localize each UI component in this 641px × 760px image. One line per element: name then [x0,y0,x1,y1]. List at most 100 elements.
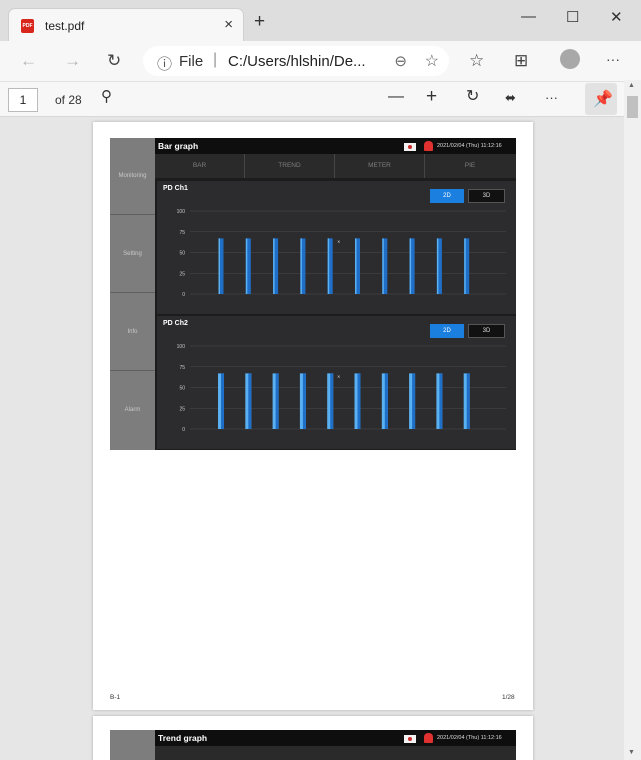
embedded-screenshot: Monitoring Setting Info Alarm Bar graph … [110,138,516,450]
title-bar: PDF test.pdf × + — ☐ ✕ [0,0,641,41]
bar-shade [275,373,279,429]
flag-icon [404,143,416,151]
bar-shade [439,373,443,429]
add-favorite-icon[interactable]: ☆ [425,51,439,71]
device-datetime: 2021/02/04 (Thu) 11:12:16 [437,735,502,741]
bar-highlight [218,238,220,294]
alarm-bell-icon [424,141,433,151]
flag-icon [404,735,416,743]
sidebar-item-alarm: Alarm [124,407,141,413]
scroll-up-icon[interactable]: ▲ [628,82,635,89]
bar-highlight [409,238,412,294]
pdf-page: Monitoring Setting Info Alarm Bar graph … [93,122,533,710]
pin-icon: 📌 [593,91,613,108]
bar-shade [357,373,361,429]
tab-meter: METER [335,154,425,178]
device-header: Trend graph 2021/02/04 (Thu) 11:12:16 [155,730,516,746]
bar-shade [302,373,306,429]
page-number-input[interactable]: 1 [8,88,38,112]
bar-highlight [355,238,357,294]
device-datetime: 2021/02/04 (Thu) 11:12:16 [437,143,502,149]
graph-tabs [155,746,516,760]
scroll-down-icon[interactable]: ▼ [628,749,635,756]
scrollbar-thumb[interactable] [627,96,638,118]
bar-shade [330,373,334,429]
forward-button[interactable]: → [64,52,81,69]
collections-icon[interactable]: ⊞ [514,52,528,69]
sidebar-item-monitoring: Monitoring [110,138,155,215]
pdf-page: Trend graph 2021/02/04 (Thu) 11:12:16 [93,716,533,760]
page-count: of 28 [55,93,82,107]
pdf-more-button[interactable]: ··· [545,91,558,104]
back-button[interactable]: ← [20,52,37,69]
sidebar-item-info: Info [110,294,155,371]
pdf-viewer[interactable]: Monitoring Setting Info Alarm Bar graph … [0,118,624,760]
address-url[interactable]: C:/Users/hlshin/De... [228,53,366,70]
address-separator: | [213,51,218,68]
settings-more-button[interactable]: ··· [606,52,620,66]
browser-tab[interactable]: PDF test.pdf × [8,8,244,41]
bar-highlight [245,238,248,294]
bar-shade [384,373,388,429]
address-bar[interactable]: ⓘ File | C:/Users/hlshin/De... ⊖ ☆ [143,46,449,76]
sidebar-item-setting: Setting [110,216,155,293]
bar-highlight [300,238,302,294]
minimize-button[interactable]: — [521,8,536,25]
site-info-icon[interactable]: ⓘ [157,53,172,74]
y-tick-label: 25 [179,406,185,412]
profile-avatar[interactable] [560,49,580,69]
zoom-out-button[interactable]: — [388,89,404,105]
device-header-title: Trend graph [158,733,208,743]
fit-page-icon[interactable]: ⬌ [505,91,516,104]
bar-shade [466,373,470,429]
bar-highlight [273,238,275,294]
bar-chart: 100 75 50 25 0 × [177,344,506,433]
embedded-screenshot: Trend graph 2021/02/04 (Thu) 11:12:16 [110,730,516,760]
tab-title: test.pdf [45,19,85,33]
pdf-toolbar: 1 of 28 ⚲ — + ↻ ⬌ ··· 📌 [0,81,641,117]
y-tick-label: 75 [179,230,185,236]
maximize-button[interactable]: ☐ [566,8,579,26]
pin-toolbar-button[interactable]: 📌 [585,83,617,115]
zoom-icon[interactable]: ⊖ [394,52,407,70]
bar-highlight [327,238,330,294]
y-tick-label: 100 [177,209,186,215]
bar-shade [412,373,416,429]
pdf-file-icon: PDF [21,19,34,33]
bar-chart: 100 75 50 25 0 × [177,209,506,298]
y-tick-label: 100 [177,344,186,350]
new-tab-button[interactable]: + [254,12,265,31]
device-sidebar [110,730,155,760]
favorites-icon[interactable]: ☆ [469,52,484,69]
cursor-marker: × [337,375,340,381]
graph-tabs: BAR TREND METER PIE [155,154,516,178]
tab-close-icon[interactable]: × [224,16,233,33]
y-tick-label: 25 [179,271,185,277]
chart-panel-2: PD Ch2 2D 3D 100 75 50 25 0 × [157,316,516,449]
refresh-button[interactable]: ↻ [107,52,121,69]
y-tick-label: 75 [179,365,185,371]
tab-trend: TREND [245,154,335,178]
y-tick-label: 50 [179,386,185,392]
y-tick-label: 50 [179,251,185,257]
device-header: Bar graph 2021/02/04 (Thu) 11:12:16 [155,138,516,154]
search-icon[interactable]: ⚲ [101,89,112,104]
bar-highlight [436,238,439,294]
page-footer-number: 1/28 [502,694,515,701]
cursor-marker: × [337,240,340,246]
bar-shade [248,373,252,429]
page-footer-label: B-1 [110,694,121,701]
bar-shade [221,373,224,429]
tab-bar: BAR [155,154,245,178]
bar-highlight [382,238,384,294]
device-header-title: Bar graph [158,141,199,151]
address-scheme: File [179,53,204,70]
window-close-button[interactable]: ✕ [610,8,623,26]
browser-toolbar: ← → ↻ ⓘ File | C:/Users/hlshin/De... ⊖ ☆… [0,41,641,81]
y-tick-label: 0 [182,427,185,433]
chart-panel-1: PD Ch1 2D 3D 100 75 50 25 0 × [157,181,516,314]
scrollbar[interactable]: ▲ ▼ [624,80,641,760]
rotate-icon[interactable]: ↻ [466,89,479,105]
tab-pie: PIE [464,162,476,169]
zoom-in-button[interactable]: + [426,87,437,106]
